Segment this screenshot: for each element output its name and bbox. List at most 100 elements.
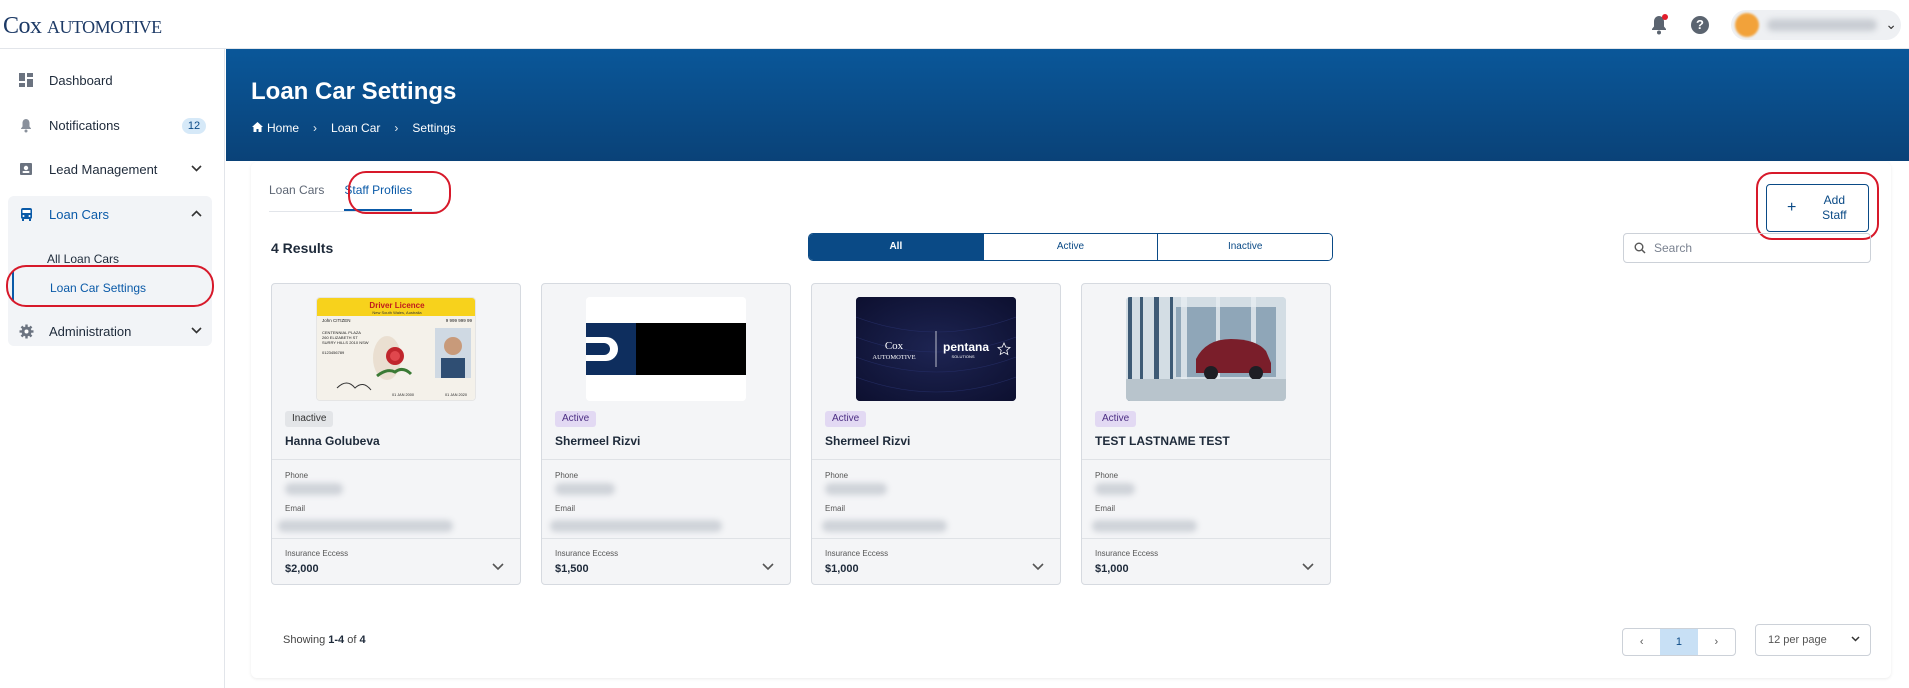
breadcrumb-home[interactable]: Home: [267, 121, 299, 135]
phone-label: Phone: [285, 471, 309, 480]
email-label: Email: [1095, 504, 1116, 513]
sidebar: Dashboard Notifications 12 Lead Manageme…: [0, 49, 225, 688]
brand-right: pentana: [943, 340, 989, 354]
sidebar-item-label: Loan Cars: [49, 206, 109, 222]
help-icon[interactable]: ?: [1691, 16, 1709, 34]
top-bar: Cox Automotive ? ⌄: [0, 0, 1909, 49]
dashboard-icon: [18, 72, 34, 88]
divider: [1082, 459, 1330, 460]
status-filter: All Active Inactive: [808, 233, 1333, 261]
sidebar-item-lead-management[interactable]: Lead Management: [8, 150, 212, 188]
staff-photo-logo: [586, 297, 746, 401]
divider: [812, 459, 1060, 460]
phone-value-redacted: [825, 483, 887, 495]
staff-card[interactable]: Cox Automotive pentana SOLUTIONS Active …: [811, 283, 1061, 585]
sidebar-item-loan-cars[interactable]: Loan Cars: [8, 195, 212, 233]
showing-of: of: [344, 634, 360, 646]
licence-date2: 01 JAN 2020: [445, 393, 467, 397]
email-label: Email: [285, 504, 306, 513]
sidebar-item-dashboard[interactable]: Dashboard: [8, 61, 212, 99]
chevron-down-icon[interactable]: [762, 560, 774, 574]
chevron-down-icon[interactable]: [1302, 560, 1314, 574]
user-menu[interactable]: ⌄: [1731, 10, 1901, 40]
annotation-oval-add-staff: [1756, 172, 1879, 240]
showing-range: 1-4: [328, 634, 345, 646]
sidebar-item-administration[interactable]: Administration: [8, 312, 212, 350]
prev-page-button[interactable]: ‹: [1623, 629, 1660, 655]
showing-prefix: Showing: [283, 634, 329, 646]
divider: [272, 459, 520, 460]
email-value-redacted: [1092, 520, 1197, 532]
divider: [812, 538, 1060, 539]
breadcrumb: Home › Loan Car › Settings: [252, 121, 456, 135]
bell-icon: [18, 117, 34, 133]
avatar: [1735, 13, 1759, 37]
chevron-down-icon: [191, 161, 202, 175]
sidebar-item-label: Lead Management: [49, 161, 158, 177]
phone-label: Phone: [555, 471, 579, 480]
licence-sub: New South Wales, Australia: [372, 310, 422, 315]
insurance-excess-label: Insurance Eccess: [1095, 549, 1159, 558]
search-placeholder: Search: [1654, 241, 1693, 255]
annotation-oval-tab: [348, 171, 451, 214]
tab-loan-cars[interactable]: Loan Cars: [269, 183, 324, 211]
page-1-button[interactable]: 1: [1660, 629, 1698, 655]
licence-number: 9 999 999 99: [446, 318, 473, 323]
insurance-excess-value: $1,500: [555, 563, 589, 575]
phone-label: Phone: [1095, 471, 1119, 480]
status-badge: Active: [1095, 411, 1137, 427]
search-field[interactable]: Search: [1623, 233, 1871, 263]
next-page-button[interactable]: ›: [1698, 629, 1735, 655]
insurance-excess-label: Insurance Eccess: [285, 549, 349, 558]
sidebar-item-notifications[interactable]: Notifications 12: [8, 106, 212, 144]
chevron-down-icon[interactable]: [492, 560, 504, 574]
cox-automotive-logo[interactable]: Cox Automotive: [3, 13, 162, 40]
staff-name: TEST LASTNAME TEST: [1095, 434, 1230, 448]
insurance-excess-label: Insurance Eccess: [825, 549, 889, 558]
divider: [542, 459, 790, 460]
insurance-excess-value: $1,000: [825, 563, 859, 575]
results-count: 4 Results: [271, 240, 334, 256]
chevron-down-icon[interactable]: [1032, 560, 1044, 574]
chevron-down-icon: ⌄: [1885, 16, 1897, 32]
breadcrumb-loan-car[interactable]: Loan Car: [331, 121, 380, 135]
sidebar-item-label: Dashboard: [49, 72, 113, 88]
divider: [1082, 538, 1330, 539]
filter-active[interactable]: Active: [982, 234, 1158, 260]
annotation-oval-sidebar: [6, 265, 214, 307]
staff-card[interactable]: Active Shermeel Rizvi Phone Email Insura…: [541, 283, 791, 585]
status-badge: Active: [825, 411, 867, 427]
logo-text-small: Automotive: [47, 17, 162, 37]
staff-name: Shermeel Rizvi: [825, 434, 911, 448]
home-icon: [252, 121, 263, 135]
gear-icon: [18, 323, 34, 339]
staff-name: Hanna Golubeva: [285, 434, 380, 448]
brand-left-2: Automotive: [872, 354, 915, 361]
phone-value-redacted: [555, 483, 615, 495]
notification-count-badge: 12: [182, 118, 206, 134]
per-page-select[interactable]: 12 per page: [1755, 624, 1871, 656]
filter-inactive[interactable]: Inactive: [1157, 234, 1332, 260]
divider: [272, 538, 520, 539]
status-badge: Inactive: [285, 411, 334, 427]
sidebar-subitem-all-loan-cars[interactable]: All Loan Cars: [47, 252, 119, 266]
email-label: Email: [555, 504, 576, 513]
status-badge: Active: [555, 411, 597, 427]
chevron-up-icon: [191, 206, 202, 220]
pagination: ‹ 1 ›: [1622, 628, 1736, 656]
bell-icon[interactable]: [1649, 14, 1669, 36]
email-value-redacted: [550, 520, 722, 532]
insurance-excess-value: $1,000: [1095, 563, 1129, 575]
divider: [542, 538, 790, 539]
insurance-excess-label: Insurance Eccess: [555, 549, 619, 558]
staff-photo-licence: Driver Licence New South Wales, Australi…: [316, 297, 476, 401]
user-name-redacted: [1767, 19, 1877, 31]
chevron-right-icon: ›: [394, 121, 399, 135]
chevron-down-icon: [191, 323, 202, 337]
search-icon: [1634, 242, 1646, 254]
staff-card[interactable]: Active TEST LASTNAME TEST Phone Email In…: [1081, 283, 1331, 585]
staff-card[interactable]: Driver Licence New South Wales, Australi…: [271, 283, 521, 585]
brand-left-1: Cox: [885, 340, 904, 352]
phone-value-redacted: [1095, 483, 1135, 495]
filter-all[interactable]: All: [809, 234, 983, 260]
